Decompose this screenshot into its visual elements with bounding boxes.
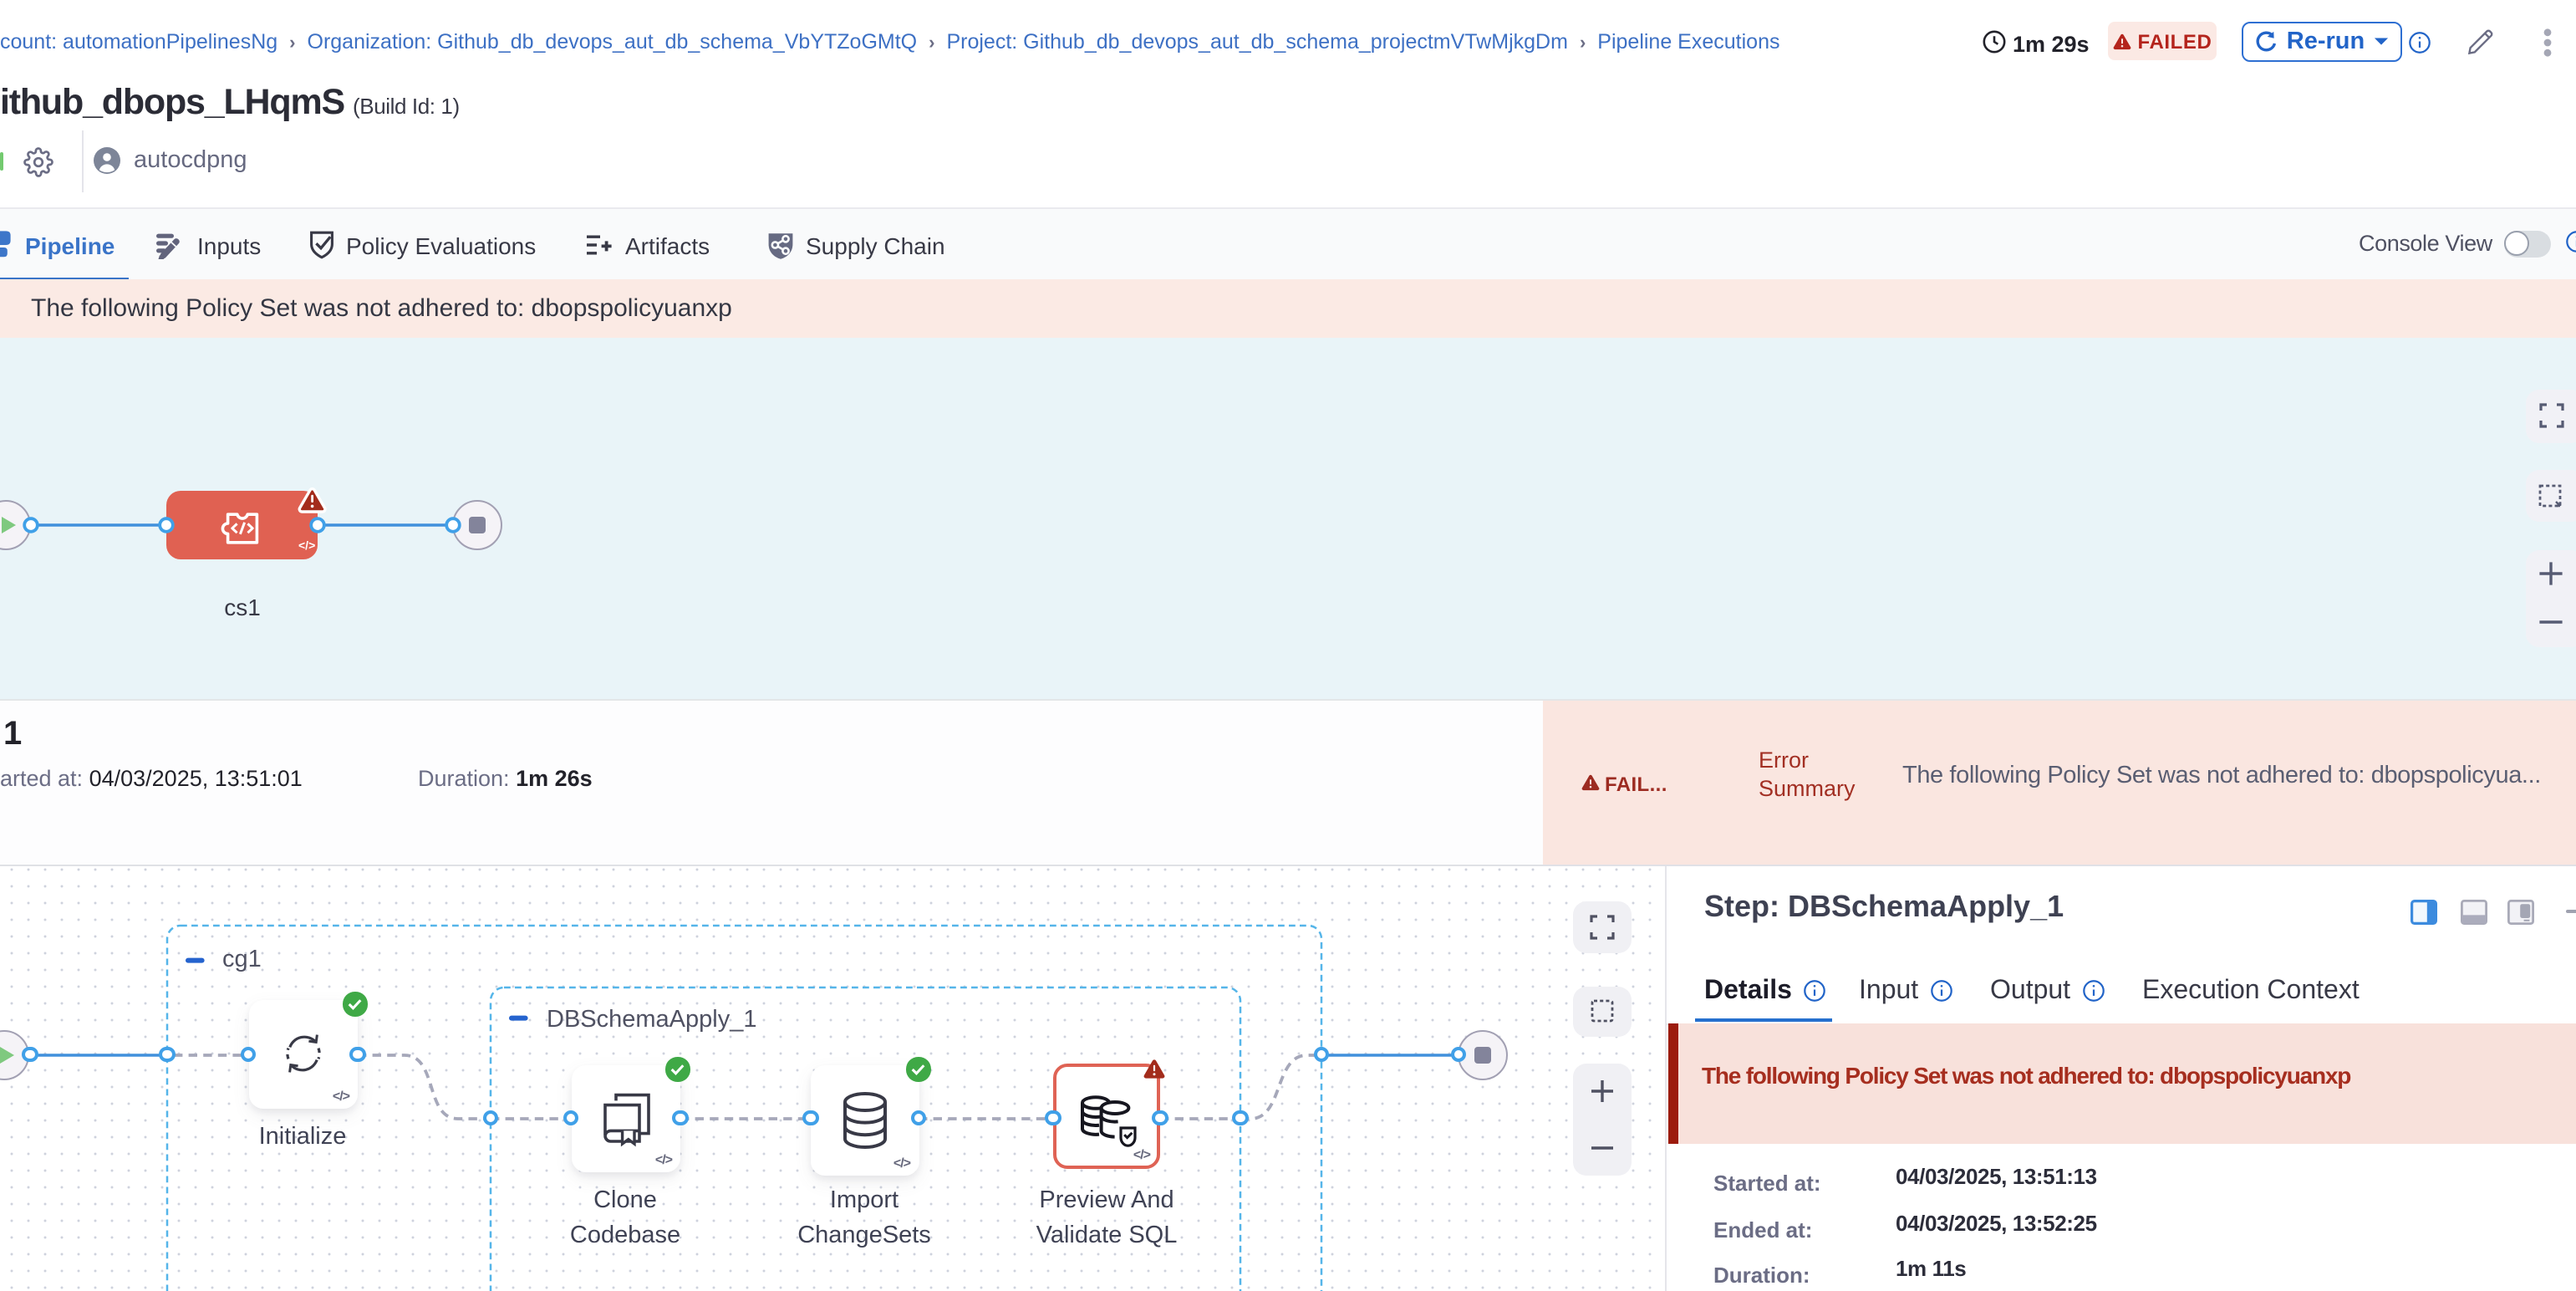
svg-text:</>: </>	[298, 538, 315, 551]
